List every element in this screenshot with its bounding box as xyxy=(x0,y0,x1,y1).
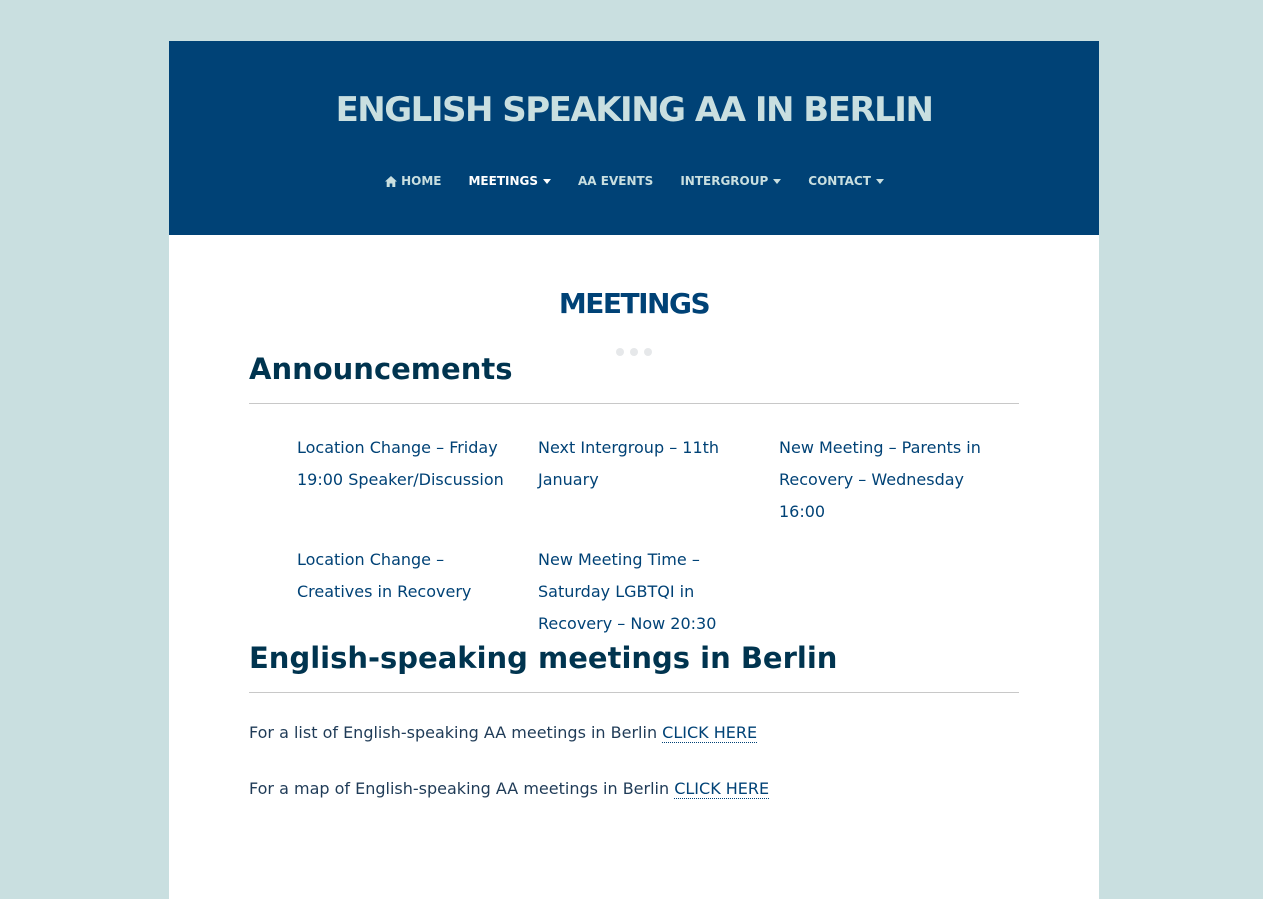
nav-item-label: INTERGROUP xyxy=(680,174,769,188)
separator-dot xyxy=(616,348,624,356)
nav-item-intergroup[interactable]: INTERGROUP xyxy=(680,174,782,188)
meetings-map-text: For a map of English-speaking AA meeting… xyxy=(249,779,675,798)
meetings-map-link[interactable]: CLICK HERE xyxy=(674,779,770,799)
meetings-list-link[interactable]: CLICK HERE xyxy=(662,723,758,743)
caret-down-icon xyxy=(875,178,884,184)
announcement-link[interactable]: Location Change – Creatives in Recovery xyxy=(297,544,538,640)
nav-item-label: HOME xyxy=(401,174,442,188)
nav-item-aa-events[interactable]: AA EVENTS xyxy=(578,174,653,188)
site-header: ENGLISH SPEAKING AA IN BERLIN HOME MEETI… xyxy=(169,41,1099,235)
separator-dot xyxy=(630,348,638,356)
nav-item-contact[interactable]: CONTACT xyxy=(808,174,884,188)
main-content: MEETINGS Announcements Location Change –… xyxy=(169,287,1099,801)
meetings-list-text: For a list of English-speaking AA meetin… xyxy=(249,723,663,742)
nav-item-home[interactable]: HOME xyxy=(385,174,441,188)
announcement-link[interactable]: New Meeting – Parents in Recovery – Wedn… xyxy=(779,432,1020,528)
page-container: ENGLISH SPEAKING AA IN BERLIN HOME MEETI… xyxy=(169,41,1099,899)
page-title: MEETINGS xyxy=(558,287,711,320)
site-title[interactable]: ENGLISH SPEAKING AA IN BERLIN xyxy=(169,41,1099,130)
caret-down-icon xyxy=(773,178,782,184)
announcement-link[interactable]: Next Intergroup – 11th January xyxy=(538,432,779,528)
announcement-link[interactable]: New Meeting Time – Saturday LGBTQI in Re… xyxy=(538,544,779,640)
meetings-map-paragraph: For a map of English-speaking AA meeting… xyxy=(249,777,1019,801)
nav-item-meetings[interactable]: MEETINGS xyxy=(468,174,552,188)
title-separator-dots xyxy=(249,341,1019,356)
main-nav: HOME MEETINGS AA EVENTS INTERGROUP CONTA… xyxy=(169,171,1099,191)
nav-item-label: MEETINGS xyxy=(468,174,539,188)
home-icon xyxy=(385,175,398,187)
meetings-heading: English-speaking meetings in Berlin xyxy=(249,640,1019,693)
nav-item-label: CONTACT xyxy=(808,174,871,188)
nav-item-label: AA EVENTS xyxy=(578,174,654,188)
announcement-link[interactable]: Location Change – Friday 19:00 Speaker/D… xyxy=(297,432,538,528)
caret-down-icon xyxy=(543,178,552,184)
separator-dot xyxy=(644,348,652,356)
announcements-list: Location Change – Friday 19:00 Speaker/D… xyxy=(249,432,1019,640)
announcements-heading: Announcements xyxy=(249,351,1019,404)
meetings-list-paragraph: For a list of English-speaking AA meetin… xyxy=(249,721,1019,745)
